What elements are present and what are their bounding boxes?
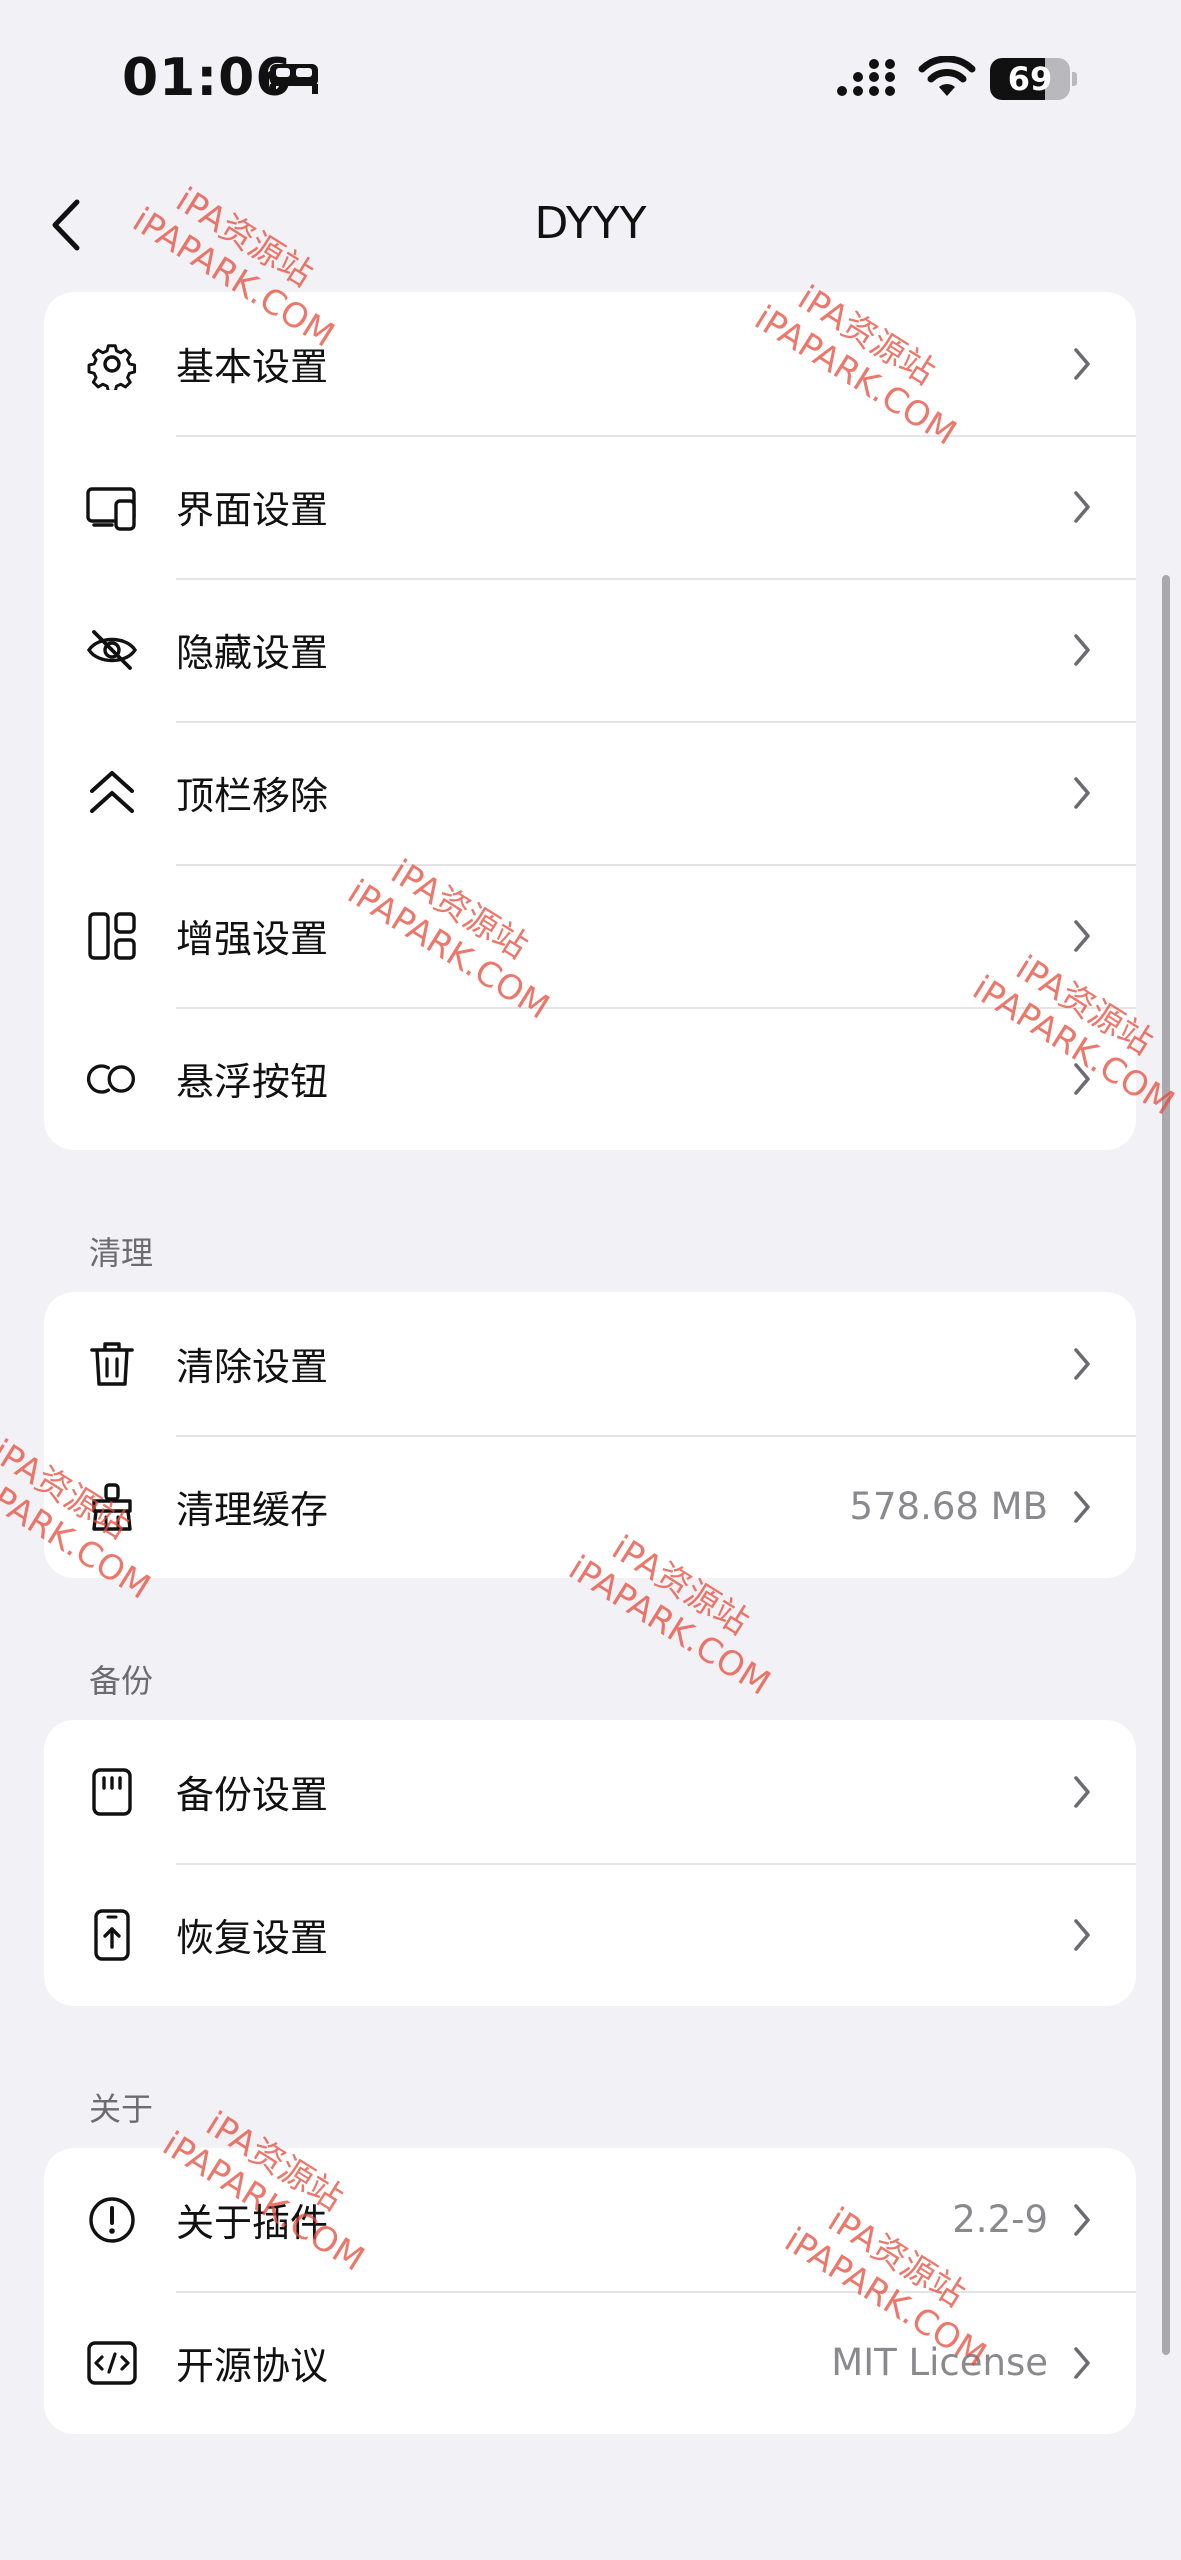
eye-slash-icon <box>86 624 138 676</box>
trash-icon <box>86 1338 138 1390</box>
battery-level: 69 <box>1007 60 1053 98</box>
chevron-right-icon <box>1074 347 1090 380</box>
page-title: DYYY <box>534 198 647 249</box>
row-topbar-remove[interactable]: 顶栏移除 <box>44 721 1136 864</box>
navigation-bar: DYYY <box>0 170 1181 280</box>
chevron-right-icon <box>1074 1490 1090 1523</box>
row-label: 开源协议 <box>176 2344 329 2388</box>
status-time: 01:06 <box>122 48 293 108</box>
row-label: 备份设置 <box>176 1773 329 1817</box>
phone-upload-icon <box>86 1908 138 1961</box>
broom-icon <box>86 1481 138 1533</box>
chevron-right-icon <box>1074 1918 1090 1951</box>
info-icon <box>86 2194 138 2246</box>
row-label: 悬浮按钮 <box>176 1060 329 1104</box>
row-label: 基本设置 <box>176 345 329 389</box>
float-button-icon <box>86 1053 138 1105</box>
row-label: 增强设置 <box>176 917 329 961</box>
license-value: MIT License <box>831 2341 1048 2384</box>
chevron-right-icon <box>1074 2203 1090 2236</box>
row-label: 隐藏设置 <box>176 631 329 675</box>
wifi-icon <box>918 56 976 96</box>
row-restore-settings[interactable]: 恢复设置 <box>44 1863 1136 2006</box>
layout-icon <box>86 910 138 962</box>
chevron-right-icon <box>1074 776 1090 809</box>
settings-group-main: 基本设置 界面设置 隐藏设置 顶栏移除 增强设置 悬浮按钮 <box>44 292 1136 1150</box>
battery-indicator: 69 <box>990 58 1077 100</box>
row-label: 清除设置 <box>176 1345 329 1389</box>
settings-group-backup: 备份设置 恢复设置 <box>44 1720 1136 2006</box>
devices-icon <box>86 481 138 533</box>
settings-group-about: 关于插件 2.2-9 开源协议 MIT License <box>44 2148 1136 2434</box>
section-header-clean: 清理 <box>89 1234 154 1272</box>
code-icon <box>86 2337 138 2389</box>
sd-card-icon <box>86 1766 138 1818</box>
row-open-source-license[interactable]: 开源协议 MIT License <box>44 2291 1136 2434</box>
row-label: 清理缓存 <box>176 1488 329 1532</box>
cache-size-value: 578.68 MB <box>849 1485 1048 1528</box>
status-bar: 01:06 69 <box>0 0 1181 160</box>
chevron-right-icon <box>1074 2346 1090 2379</box>
scrollbar[interactable] <box>1162 575 1170 2355</box>
section-header-backup: 备份 <box>89 1662 154 1700</box>
row-clear-settings[interactable]: 清除设置 <box>44 1292 1136 1435</box>
row-interface-settings[interactable]: 界面设置 <box>44 435 1136 578</box>
chevron-right-icon <box>1074 1347 1090 1380</box>
double-chevron-up-icon <box>86 767 138 819</box>
row-enhance-settings[interactable]: 增强设置 <box>44 864 1136 1007</box>
cellular-signal-icon <box>837 59 895 96</box>
section-header-about: 关于 <box>89 2090 154 2128</box>
row-label: 界面设置 <box>176 488 329 532</box>
chevron-right-icon <box>1074 919 1090 952</box>
chevron-right-icon <box>1074 1062 1090 1095</box>
row-label: 恢复设置 <box>176 1916 329 1960</box>
chevron-right-icon <box>1074 1775 1090 1808</box>
row-basic-settings[interactable]: 基本设置 <box>44 292 1136 435</box>
gear-icon <box>86 338 138 390</box>
row-label: 关于插件 <box>176 2201 329 2245</box>
settings-group-clean: 清除设置 清理缓存 578.68 MB <box>44 1292 1136 1578</box>
row-about-plugin[interactable]: 关于插件 2.2-9 <box>44 2148 1136 2291</box>
chevron-right-icon <box>1074 490 1090 523</box>
plugin-version-value: 2.2-9 <box>952 2198 1048 2241</box>
row-floating-button[interactable]: 悬浮按钮 <box>44 1007 1136 1150</box>
row-clear-cache[interactable]: 清理缓存 578.68 MB <box>44 1435 1136 1578</box>
row-backup-settings[interactable]: 备份设置 <box>44 1720 1136 1863</box>
chevron-right-icon <box>1074 633 1090 666</box>
row-label: 顶栏移除 <box>176 774 329 818</box>
row-hide-settings[interactable]: 隐藏设置 <box>44 578 1136 721</box>
sleep-focus-icon <box>270 64 318 94</box>
